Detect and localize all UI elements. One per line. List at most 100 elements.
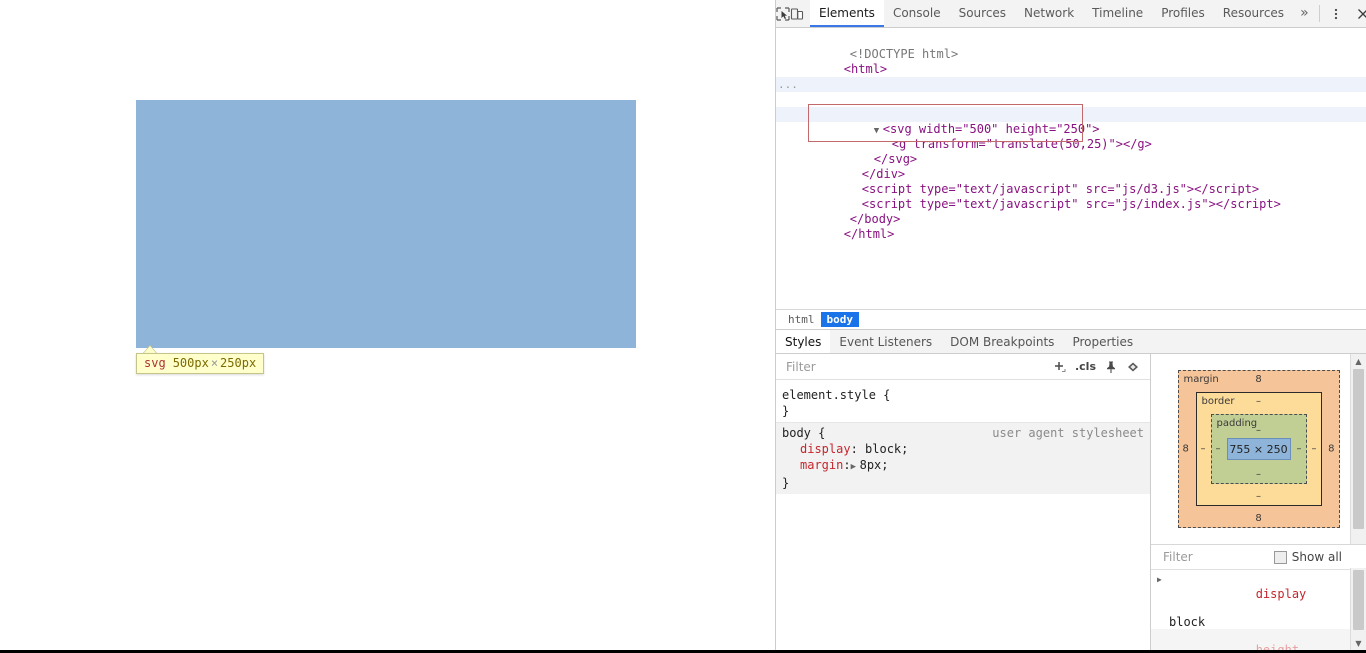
dom-node-div-container[interactable]: ▼<div id="container"> <box>776 92 1366 121</box>
margin-expand-triangle-icon[interactable]: ▶ <box>851 459 860 475</box>
computed-scrollbar[interactable]: ▼ <box>1350 568 1366 650</box>
rule-close-body: } <box>782 476 790 490</box>
svg-element-highlight-overlay[interactable] <box>136 100 636 348</box>
dom-tree[interactable]: <!DOCTYPE html> <html> ▶<head>…</head> .… <box>776 28 1366 309</box>
more-tabs-chevron-icon[interactable]: » <box>1293 0 1316 27</box>
rule-close-element-style: } <box>782 404 790 418</box>
padding-bottom-value[interactable]: – <box>1256 469 1261 480</box>
margin-bottom-value[interactable]: 8 <box>1255 513 1261 524</box>
styles-filter-bar: .cls <box>776 354 1150 380</box>
tooltip-height: 250px <box>220 356 257 370</box>
pin-icon[interactable] <box>1104 360 1118 374</box>
declaration-colon-display: : <box>850 442 866 456</box>
toolbar-right-group <box>1316 0 1366 27</box>
device-toolbar-icon[interactable] <box>790 0 804 27</box>
border-right-value[interactable]: – <box>1312 444 1317 455</box>
declaration-colon-margin: : <box>843 458 851 472</box>
scroll-up-arrow-icon[interactable]: ▲ <box>1351 354 1366 368</box>
dom-node-head[interactable]: ▶<head>…</head> <box>776 62 1366 91</box>
tab-styles[interactable]: Styles <box>776 330 831 353</box>
computed-row-display[interactable]: ▶ display <box>1151 573 1366 615</box>
dom-node-html-open[interactable]: <html> <box>776 47 1366 76</box>
tab-sources[interactable]: Sources <box>950 0 1015 27</box>
dom-node-script-index[interactable]: <script type="text/javascript" src="js/i… <box>776 182 1366 211</box>
styles-pane: .cls <box>776 354 1151 650</box>
box-model-border-label: border <box>1201 396 1235 407</box>
computed-value-display: block <box>1169 615 1206 629</box>
box-model-padding[interactable]: padding – – – – 755 × 250 <box>1210 414 1307 484</box>
computed-scroll-thumb[interactable] <box>1353 570 1364 630</box>
style-rule-element-style[interactable]: element.style { } <box>776 385 1150 422</box>
dom-node-div-close[interactable]: </div> <box>776 152 1366 181</box>
margin-left-value[interactable]: 8 <box>1183 444 1189 455</box>
rule-origin-user-agent: user agent stylesheet <box>992 426 1144 440</box>
padding-top-value[interactable]: – <box>1256 425 1261 436</box>
box-model-scroll-thumb[interactable] <box>1353 369 1364 529</box>
declaration-value-display[interactable]: block; <box>865 442 908 456</box>
tab-elements[interactable]: Elements <box>810 0 884 27</box>
declaration-name-display: display <box>800 442 851 456</box>
lower-split: .cls <box>776 354 1366 650</box>
dom-node-script-d3[interactable]: <script type="text/javascript" src="js/d… <box>776 167 1366 196</box>
toolbar-divider-right <box>1318 5 1320 22</box>
dom-node-body-close[interactable]: </body> <box>776 197 1366 226</box>
border-left-value[interactable]: – <box>1201 444 1206 455</box>
devtools-tab-strip: Elements Console Sources Network Timelin… <box>810 0 1316 27</box>
element-size-tooltip: svg 500px × 250px <box>136 353 265 374</box>
box-model-margin[interactable]: margin 8 8 8 8 border – – – – padding – … <box>1177 370 1340 528</box>
show-all-checkbox[interactable] <box>1273 550 1287 564</box>
vertical-dots-icon[interactable] <box>1323 0 1350 27</box>
computed-pane: margin 8 8 8 8 border – – – – padding – … <box>1151 354 1366 650</box>
declaration-value-margin[interactable]: 8px; <box>860 458 889 472</box>
border-top-value[interactable]: – <box>1256 396 1261 407</box>
padding-right-value[interactable]: – <box>1297 444 1302 455</box>
display-expand-triangle-icon[interactable]: ▶ <box>1157 573 1162 587</box>
breadcrumb-item-html[interactable]: html <box>782 312 821 327</box>
tab-console[interactable]: Console <box>884 0 950 27</box>
declaration-margin[interactable]: margin:▶ 8px; <box>782 457 1150 475</box>
rule-selector-element-style: element.style { <box>782 388 891 402</box>
devtools-panel: Elements Console Sources Network Timelin… <box>775 0 1366 650</box>
dom-node-doctype[interactable]: <!DOCTYPE html> <box>776 32 1366 61</box>
show-all-toggle[interactable]: Show all <box>1273 550 1342 564</box>
inspect-cursor-icon[interactable] <box>776 0 790 27</box>
cls-toggle-button[interactable]: .cls <box>1075 360 1096 373</box>
box-model-border[interactable]: border – – – – padding – – – – 755 × 250 <box>1195 392 1322 506</box>
declaration-display[interactable]: display: block; <box>782 441 1150 457</box>
styles-rules-list[interactable]: element.style { } user agent stylesheet … <box>776 380 1150 650</box>
tab-properties[interactable]: Properties <box>1063 330 1142 353</box>
style-rule-body[interactable]: user agent stylesheet body { display: bl… <box>776 422 1150 494</box>
tab-dom-breakpoints[interactable]: DOM Breakpoints <box>941 330 1063 353</box>
tooltip-width: 500px <box>172 356 209 370</box>
border-bottom-value[interactable]: – <box>1256 491 1261 502</box>
box-model-margin-label: margin <box>1183 374 1219 385</box>
margin-right-value[interactable]: 8 <box>1328 444 1334 455</box>
box-model-content-size[interactable]: 755 × 250 <box>1226 438 1291 460</box>
margin-top-value[interactable]: 8 <box>1255 374 1261 385</box>
computed-row-height[interactable]: height <box>1151 629 1366 650</box>
tab-profiles[interactable]: Profiles <box>1152 0 1214 27</box>
breadcrumb-item-body[interactable]: body <box>820 312 859 327</box>
dom-node-svg-open[interactable]: ▼ <svg width="500" height="250"> <box>776 107 1366 136</box>
devtools-window: svg 500px × 250px Elements Console Sourc… <box>0 0 1366 653</box>
scroll-down-arrow-icon[interactable]: ▼ <box>1351 636 1366 650</box>
dom-node-body-open[interactable]: ... ▼<body> <box>776 77 1366 121</box>
dom-node-g[interactable]: <g transform="translate(50,25)"></g> <box>776 122 1366 151</box>
close-icon[interactable] <box>1350 0 1366 27</box>
padding-left-value[interactable]: – <box>1216 444 1221 455</box>
sidebar-tab-strip: Styles Event Listeners DOM Breakpoints P… <box>776 329 1366 354</box>
box-model-scrollbar[interactable]: ▲ <box>1350 354 1366 544</box>
dom-node-svg-close[interactable]: </svg> <box>776 137 1366 166</box>
show-all-label: Show all <box>1291 550 1342 564</box>
styles-filter-input[interactable] <box>784 358 998 375</box>
computed-properties-list[interactable]: ▶display block height 250px ▶margin-bott… <box>1151 570 1366 650</box>
tab-event-listeners[interactable]: Event Listeners <box>830 330 941 353</box>
tab-resources[interactable]: Resources <box>1214 0 1293 27</box>
layers-icon[interactable] <box>1126 360 1140 374</box>
dom-node-html-close[interactable]: </html> <box>776 212 1366 241</box>
tab-timeline[interactable]: Timeline <box>1083 0 1152 27</box>
plus-icon[interactable] <box>1052 359 1067 374</box>
tab-network[interactable]: Network <box>1015 0 1083 27</box>
computed-filter-input[interactable] <box>1161 549 1260 565</box>
declaration-name-margin: margin <box>800 458 844 472</box>
